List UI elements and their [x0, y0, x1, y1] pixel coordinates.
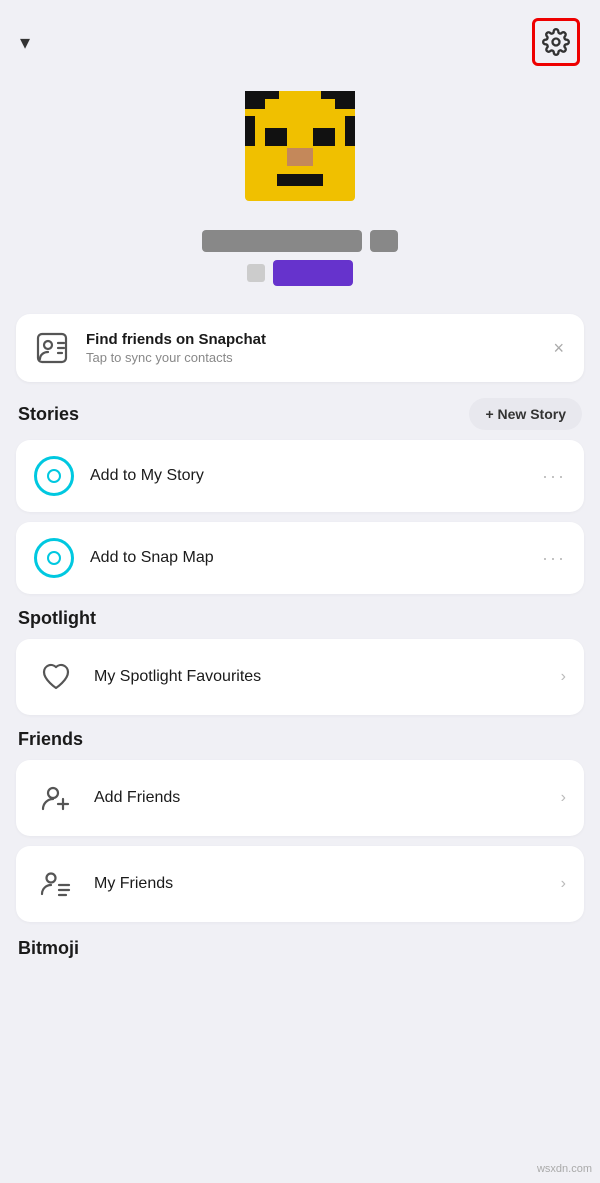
username-bar — [202, 230, 362, 252]
username-area — [202, 230, 398, 286]
stories-section-header: Stories + New Story — [0, 398, 600, 430]
spotlight-chevron-icon[interactable]: › — [561, 668, 566, 686]
add-friends-chevron-icon[interactable]: › — [561, 789, 566, 807]
gear-icon — [542, 28, 570, 56]
watermark: wsxdn.com — [537, 1163, 592, 1175]
friends-section-header: Friends — [0, 729, 600, 750]
bitmoji-section-title: Bitmoji — [0, 932, 600, 969]
find-friends-text: Find friends on Snapchat Tap to sync you… — [86, 331, 535, 365]
top-bar: ▾ — [0, 0, 600, 76]
settings-button[interactable] — [532, 18, 580, 66]
spotlight-section-header: Spotlight — [0, 608, 600, 629]
add-friends-icon — [34, 776, 78, 820]
snap-map-circle-inner — [47, 551, 61, 565]
username-sub-gray — [247, 264, 265, 282]
add-to-my-story-card[interactable]: Add to My Story ··· — [16, 440, 584, 512]
snap-map-label: Add to Snap Map — [90, 549, 526, 567]
username-purple-badge[interactable] — [273, 260, 353, 286]
spotlight-heart-icon — [34, 655, 78, 699]
avatar[interactable] — [235, 86, 365, 216]
avatar-section — [0, 76, 600, 314]
friends-section-title: Friends — [18, 729, 83, 750]
snap-map-icon — [34, 538, 74, 578]
find-friends-subtitle: Tap to sync your contacts — [86, 350, 535, 365]
my-friends-card[interactable]: My Friends › — [16, 846, 584, 922]
my-story-icon — [34, 456, 74, 496]
find-friends-title: Find friends on Snapchat — [86, 331, 535, 348]
avatar-image — [235, 86, 365, 216]
stories-section-title: Stories — [18, 404, 79, 425]
spotlight-favourites-label: My Spotlight Favourites — [94, 668, 545, 686]
add-to-snap-map-card[interactable]: Add to Snap Map ··· — [16, 522, 584, 594]
my-story-more-button[interactable]: ··· — [542, 466, 566, 487]
chevron-down-icon[interactable]: ▾ — [20, 30, 30, 55]
new-story-button[interactable]: + New Story — [469, 398, 582, 430]
my-friends-chevron-icon[interactable]: › — [561, 875, 566, 893]
find-friends-icon — [32, 328, 72, 368]
my-story-label: Add to My Story — [90, 467, 526, 485]
story-circle-inner — [47, 469, 61, 483]
add-friends-card[interactable]: Add Friends › — [16, 760, 584, 836]
username-bar-small — [370, 230, 398, 252]
my-friends-label: My Friends — [94, 875, 545, 893]
spotlight-section-title: Spotlight — [18, 608, 96, 629]
find-friends-close-button[interactable]: × — [549, 334, 568, 363]
snap-map-more-button[interactable]: ··· — [542, 548, 566, 569]
find-friends-banner[interactable]: Find friends on Snapchat Tap to sync you… — [16, 314, 584, 382]
my-friends-icon — [34, 862, 78, 906]
add-friends-label: Add Friends — [94, 789, 545, 807]
spotlight-favourites-card[interactable]: My Spotlight Favourites › — [16, 639, 584, 715]
